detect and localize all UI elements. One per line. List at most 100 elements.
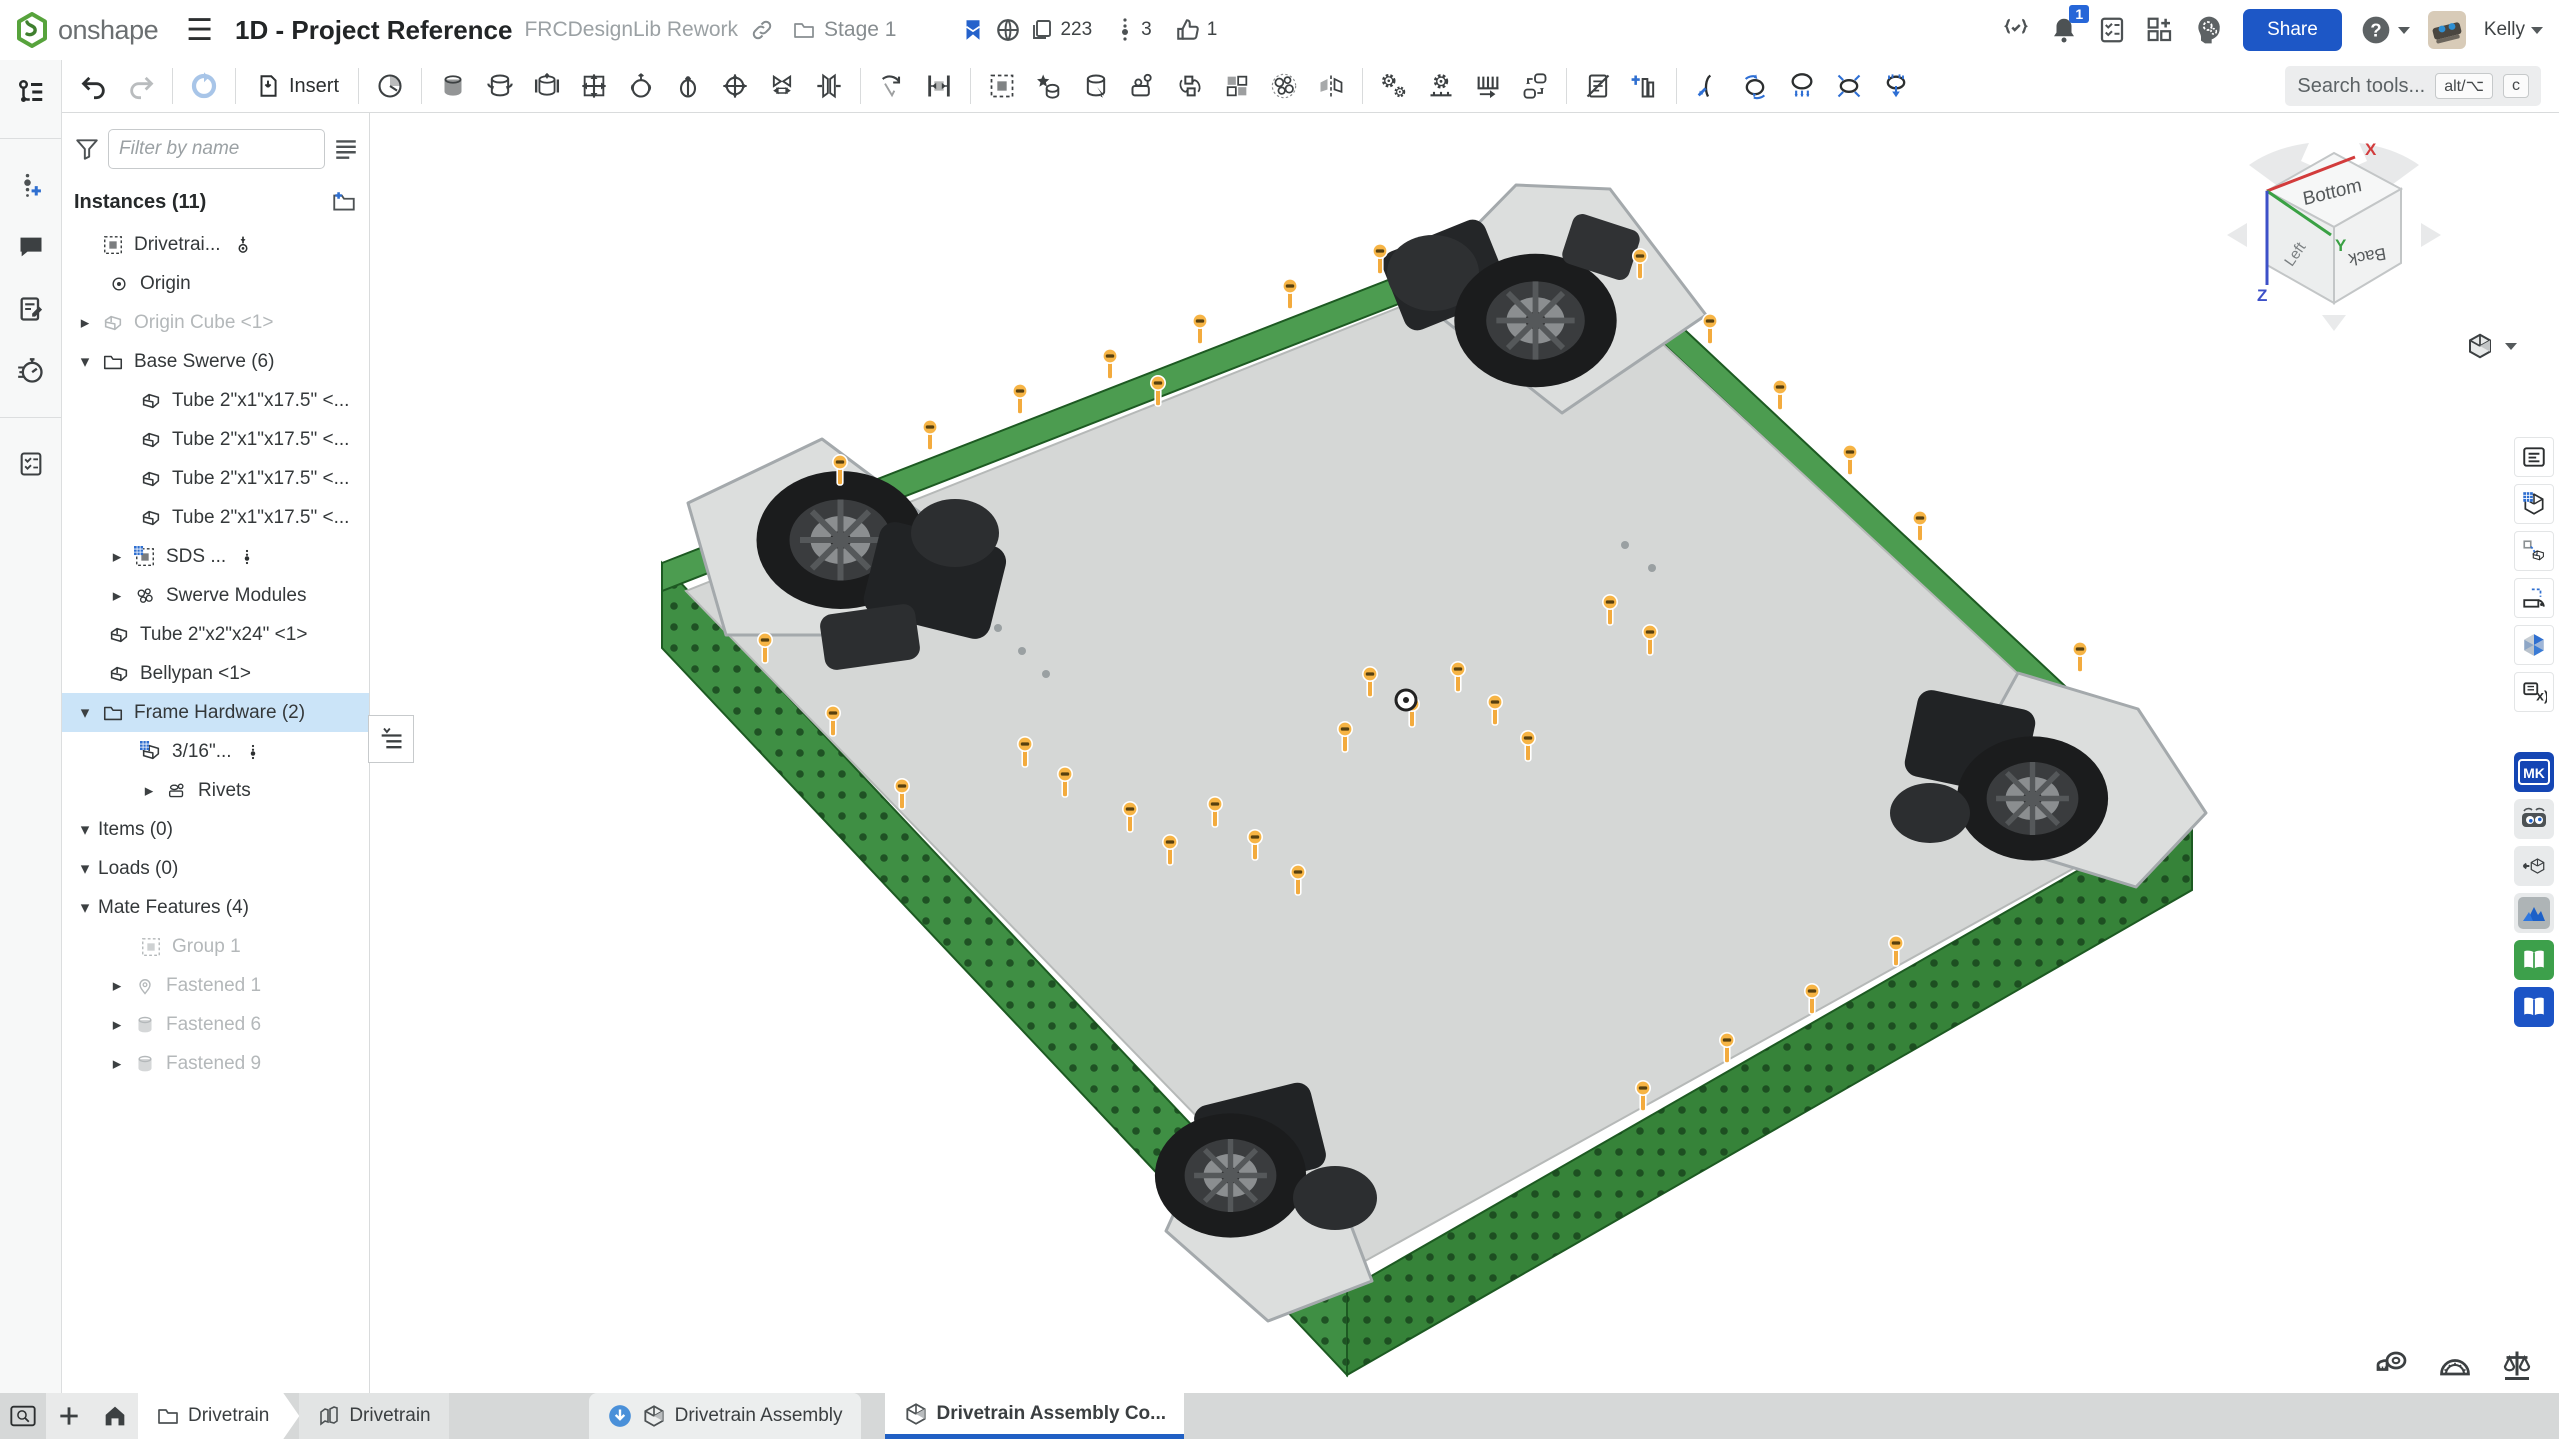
insert-feature-icon[interactable]	[1121, 65, 1165, 107]
onshape-logo[interactable]: onshape	[14, 12, 164, 48]
add-mate-icon[interactable]	[13, 167, 49, 203]
mirror-icon[interactable]	[1309, 65, 1353, 107]
animate-icon[interactable]	[1686, 65, 1730, 107]
tree-row-bellypan[interactable]: Bellypan <1>	[62, 654, 369, 693]
planar-mate-icon[interactable]	[572, 65, 616, 107]
blue-book-app-icon[interactable]	[2514, 987, 2554, 1027]
tree-row-frame-hardware[interactable]: ▾ Frame Hardware (2)	[62, 693, 369, 732]
revolute-mate-icon[interactable]	[478, 65, 522, 107]
derived-part-icon[interactable]	[2514, 531, 2554, 571]
pinwheel-icon[interactable]	[2514, 625, 2554, 665]
tree-row-tube-2x2[interactable]: Tube 2"x2"x24" <1>	[62, 615, 369, 654]
mate-icon[interactable]	[368, 65, 412, 107]
tree-row-group-1[interactable]: Group 1	[62, 927, 369, 966]
help-menu[interactable]: ?	[2360, 14, 2410, 46]
frame-profile-icon[interactable]: x)	[2514, 672, 2554, 712]
3d-viewport[interactable]: Bottom Left Back X Y Z	[370, 113, 2559, 1393]
timer-icon[interactable]	[13, 353, 49, 389]
add-tab-icon[interactable]	[46, 1393, 92, 1439]
follows-stat[interactable]: 3	[1115, 17, 1152, 43]
search-tools-button[interactable]: Search tools... alt/⌥ c	[2285, 66, 2541, 106]
bookmark-icon[interactable]	[960, 17, 986, 43]
chevron-down-icon[interactable]: ▾	[72, 859, 98, 879]
tree-row-tube[interactable]: Tube 2"x1"x17.5" <...	[62, 459, 369, 498]
exploded-cube-app-icon[interactable]	[2514, 846, 2554, 886]
filter-icon[interactable]	[74, 136, 100, 162]
rollback-icon[interactable]	[182, 65, 226, 107]
robot-app-icon[interactable]	[2514, 799, 2554, 839]
create-bom-icon[interactable]	[1623, 65, 1667, 107]
chevron-down-icon[interactable]: ▾	[72, 352, 98, 372]
chevron-right-icon[interactable]: ▸	[104, 1015, 130, 1035]
flex-dots-icon[interactable]	[238, 548, 256, 566]
slider-mate-icon[interactable]	[525, 65, 569, 107]
chevron-down-icon[interactable]: ▾	[72, 820, 98, 840]
snap-mode-icon[interactable]	[917, 65, 961, 107]
bom-table-icon[interactable]	[2514, 437, 2554, 477]
assembly-tree-icon[interactable]	[13, 74, 49, 110]
tab-drivetrain-assembly[interactable]: Drivetrain Assembly	[589, 1393, 861, 1439]
tab-drivetrain-folder[interactable]: Drivetrain	[138, 1393, 299, 1439]
comment-icon[interactable]	[13, 229, 49, 265]
tree-row-3-16[interactable]: 3/16"...	[62, 732, 369, 771]
tree-row-origin[interactable]: Origin	[62, 264, 369, 303]
code-check-icon[interactable]	[2001, 15, 2031, 45]
share-button[interactable]: Share	[2243, 9, 2342, 51]
tree-row-tube[interactable]: Tube 2"x1"x17.5" <...	[62, 381, 369, 420]
tree-row-base-swerve[interactable]: ▾ Base Swerve (6)	[62, 342, 369, 381]
cylindrical-mate-icon[interactable]	[666, 65, 710, 107]
notes-icon[interactable]	[13, 291, 49, 327]
ai-head-icon[interactable]	[2193, 14, 2225, 46]
tangent-mate-icon[interactable]	[760, 65, 804, 107]
hide-bom-icon[interactable]	[1576, 65, 1620, 107]
tree-row-root[interactable]: Drivetrai...	[62, 225, 369, 264]
flex-dots-icon[interactable]	[244, 743, 262, 761]
checklist-icon[interactable]	[13, 446, 49, 482]
home-icon[interactable]	[92, 1393, 138, 1439]
tree-row-tube[interactable]: Tube 2"x1"x17.5" <...	[62, 420, 369, 459]
collapse-icon[interactable]	[1827, 65, 1871, 107]
structure-popup-button[interactable]	[368, 715, 414, 763]
notifications-button[interactable]: 1	[2049, 15, 2079, 45]
chevron-right-icon[interactable]: ▸	[104, 1054, 130, 1074]
search-tabs-icon[interactable]	[0, 1393, 46, 1439]
chevron-right-icon[interactable]: ▸	[104, 586, 130, 606]
mate-connector-icon[interactable]	[1027, 65, 1071, 107]
list-options-icon[interactable]	[333, 136, 359, 162]
copies-stat[interactable]: 223	[1030, 18, 1092, 42]
user-menu[interactable]: Kelly	[2484, 19, 2543, 41]
section-loads[interactable]: ▾ Loads (0)	[62, 849, 369, 888]
mate-limits-icon[interactable]	[870, 65, 914, 107]
tree-row-swerve-modules[interactable]: ▸ Swerve Modules	[62, 576, 369, 615]
rack-pinion-relation-icon[interactable]	[1466, 65, 1510, 107]
tasks-icon[interactable]	[2097, 15, 2127, 45]
chevron-right-icon[interactable]: ▸	[136, 781, 162, 801]
filter-input[interactable]	[108, 129, 325, 169]
fixed-icon[interactable]	[233, 235, 253, 255]
undo-icon[interactable]	[72, 65, 116, 107]
protractor-icon[interactable]	[2437, 1347, 2473, 1383]
sheet-metal-icon[interactable]	[2514, 578, 2554, 618]
likes-stat[interactable]: 1	[1175, 17, 1218, 43]
chevron-down-icon[interactable]: ▾	[72, 703, 98, 723]
hamburger-icon[interactable]: ☰	[176, 13, 223, 48]
ball-mate-icon[interactable]	[619, 65, 663, 107]
transfer-icon[interactable]	[1168, 65, 1212, 107]
fastened-mate-icon[interactable]	[431, 65, 475, 107]
named-positions-icon[interactable]	[1733, 65, 1777, 107]
tree-row-tube[interactable]: Tube 2"x1"x17.5" <...	[62, 498, 369, 537]
chevron-right-icon[interactable]: ▸	[104, 976, 130, 996]
avatar[interactable]	[2428, 11, 2466, 49]
tree-row-fastened-1[interactable]: ▸ Fastened 1	[62, 966, 369, 1005]
tree-row-fastened-6[interactable]: ▸ Fastened 6	[62, 1005, 369, 1044]
gear-relation-icon[interactable]	[1419, 65, 1463, 107]
green-book-app-icon[interactable]	[2514, 940, 2554, 980]
mass-properties-icon[interactable]	[2499, 1347, 2535, 1383]
replicate-icon[interactable]	[1074, 65, 1118, 107]
tape-measure-icon[interactable]	[2375, 1347, 2411, 1383]
tab-drivetrain-assembly-copy[interactable]: Drivetrain Assembly Co...	[885, 1393, 1184, 1439]
chevron-down-icon[interactable]: ▾	[72, 898, 98, 918]
redo-icon[interactable]	[119, 65, 163, 107]
relation-icon[interactable]	[1372, 65, 1416, 107]
link-icon[interactable]	[750, 18, 774, 42]
